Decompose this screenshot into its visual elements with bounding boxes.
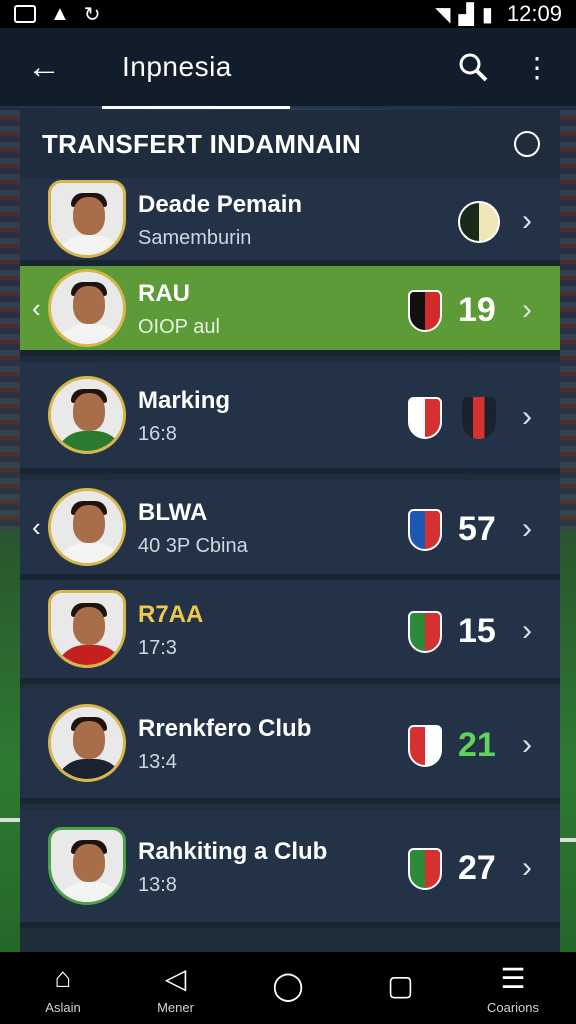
club-badge-icon <box>408 848 442 890</box>
player-name: Rahkiting a Club <box>138 838 328 865</box>
player-name: R7AA <box>138 601 204 628</box>
notification-icon <box>14 5 36 23</box>
club-badge-icon <box>408 397 442 439</box>
chat-icon: ◯ <box>272 970 304 1001</box>
nav-home[interactable]: ⌂ Aslain <box>18 952 108 1024</box>
sync-icon: ↻ <box>83 3 101 26</box>
avatar <box>48 488 126 566</box>
nav-collections-label: Coarions <box>486 999 540 1015</box>
crowd-left <box>0 110 20 530</box>
clock: 12:09 <box>506 1 562 26</box>
pitch-line-right <box>560 838 576 842</box>
player-info: Rahkiting a Club 13:8 <box>138 838 327 897</box>
player-subtitle: OIOP aul <box>138 316 220 338</box>
player-row[interactable]: Rahkiting a Club 13:8 27 › <box>20 810 560 928</box>
home-icon: ⌂ <box>54 961 72 993</box>
alert-icon: ▲ <box>50 2 70 25</box>
player-number: 15 <box>458 612 496 650</box>
stack-icon: ☰ <box>500 962 526 994</box>
player-name: Rrenkfero Club <box>138 715 312 742</box>
chevron-right-icon[interactable]: › <box>522 728 532 762</box>
club-badge-icon <box>408 509 442 551</box>
pitch-line-left <box>0 818 20 822</box>
player-subtitle: 17:3 <box>138 637 177 659</box>
chevron-right-icon[interactable]: › <box>522 614 532 648</box>
chevron-right-icon[interactable]: › <box>522 400 532 434</box>
player-number: 19 <box>458 291 496 329</box>
player-number: 57 <box>458 510 496 548</box>
panel-title: TRANSFERT INDAMNAIN <box>42 128 362 159</box>
chevron-right-icon[interactable]: › <box>522 851 532 885</box>
chevron-left-icon[interactable]: ‹ <box>32 512 41 543</box>
player-name: Deade Pemain <box>138 191 303 218</box>
avatar <box>48 376 126 454</box>
nav-recents[interactable]: ▢ <box>356 952 446 1024</box>
square-icon: ▢ <box>387 970 414 1001</box>
app-bar: ← Inpnesia ⋮ <box>0 27 576 109</box>
info-icon[interactable] <box>514 131 540 157</box>
search-icon <box>459 53 488 82</box>
player-subtitle: 13:8 <box>138 874 177 896</box>
avatar <box>48 827 126 905</box>
player-subtitle: 13:4 <box>138 751 177 773</box>
player-row[interactable]: R7AA 17:3 15 › <box>20 580 560 684</box>
avatar <box>48 269 126 347</box>
nav-collections[interactable]: ☰ Coarions <box>468 952 558 1024</box>
club-badge-icon <box>458 201 500 243</box>
player-row[interactable]: Rrenkfero Club 13:4 21 › <box>20 688 560 804</box>
wifi-icon: ◥ <box>435 3 451 26</box>
status-bar: ▲ ↻ ◥ ▟ ▮ 12:09 <box>0 0 576 28</box>
avatar <box>48 590 126 668</box>
player-info: Marking 16:8 <box>138 387 230 446</box>
club-badge-icon <box>408 725 442 767</box>
player-name: RAU <box>138 280 190 307</box>
club-badge-icon <box>408 290 442 332</box>
player-info: BLWA 40 3P Cbina <box>138 499 248 558</box>
back-button[interactable]: ← <box>0 27 88 107</box>
player-subtitle: 40 3P Cbina <box>138 535 248 557</box>
player-name: BLWA <box>138 499 208 526</box>
nav-chat[interactable]: ◯ <box>243 952 333 1024</box>
signal-icon: ▟ <box>458 3 474 26</box>
page-title: Inpnesia <box>122 51 232 82</box>
chevron-right-icon[interactable]: › <box>522 204 532 238</box>
player-name: Marking <box>138 387 231 414</box>
avatar <box>48 180 126 258</box>
more-options-button[interactable]: ⋮ <box>520 50 554 84</box>
player-row[interactable]: Marking 16:8 › <box>20 362 560 474</box>
tab-indicator <box>102 106 290 109</box>
player-row[interactable]: ‹ BLWA 40 3P Cbina 57 › <box>20 480 560 580</box>
arrow-left-icon: ← <box>27 47 61 86</box>
chevron-left-icon[interactable]: ‹ <box>32 293 41 324</box>
player-number: 27 <box>458 849 496 887</box>
player-info: RAU OIOP aul <box>138 280 220 339</box>
club-badge-icon <box>408 611 442 653</box>
player-subtitle: 16:8 <box>138 423 177 445</box>
battery-icon: ▮ <box>481 3 493 26</box>
panel-header: TRANSFERT INDAMNAIN <box>20 110 560 178</box>
chevron-right-icon[interactable]: › <box>522 512 532 546</box>
back-triangle-icon: ◁ <box>164 962 187 994</box>
more-vertical-icon: ⋮ <box>523 51 551 83</box>
player-number: 21 <box>458 726 496 764</box>
nav-back[interactable]: ◁ Mener <box>131 952 221 1024</box>
player-info: Rrenkfero Club 13:4 <box>138 715 311 774</box>
bottom-nav: ⌂ Aslain ◁ Mener ◯ ▢ ☰ Coarions <box>0 952 576 1024</box>
search-button[interactable] <box>456 50 490 84</box>
avatar <box>48 704 126 782</box>
nav-back-label: Mener <box>157 999 194 1015</box>
player-row[interactable]: ‹ RAU OIOP aul 19 › <box>20 266 560 356</box>
chevron-right-icon[interactable]: › <box>522 293 532 327</box>
nav-home-label: Aslain <box>45 999 81 1015</box>
player-subtitle: Samemburin <box>138 227 252 249</box>
transfer-panel: TRANSFERT INDAMNAIN Deade Pemain Samembur… <box>20 110 560 952</box>
player-info: R7AA 17:3 <box>138 601 203 660</box>
player-info: Deade Pemain Samemburin <box>138 191 302 250</box>
secondary-badge-icon <box>462 397 496 439</box>
player-row[interactable]: Deade Pemain Samemburin › <box>20 178 560 266</box>
